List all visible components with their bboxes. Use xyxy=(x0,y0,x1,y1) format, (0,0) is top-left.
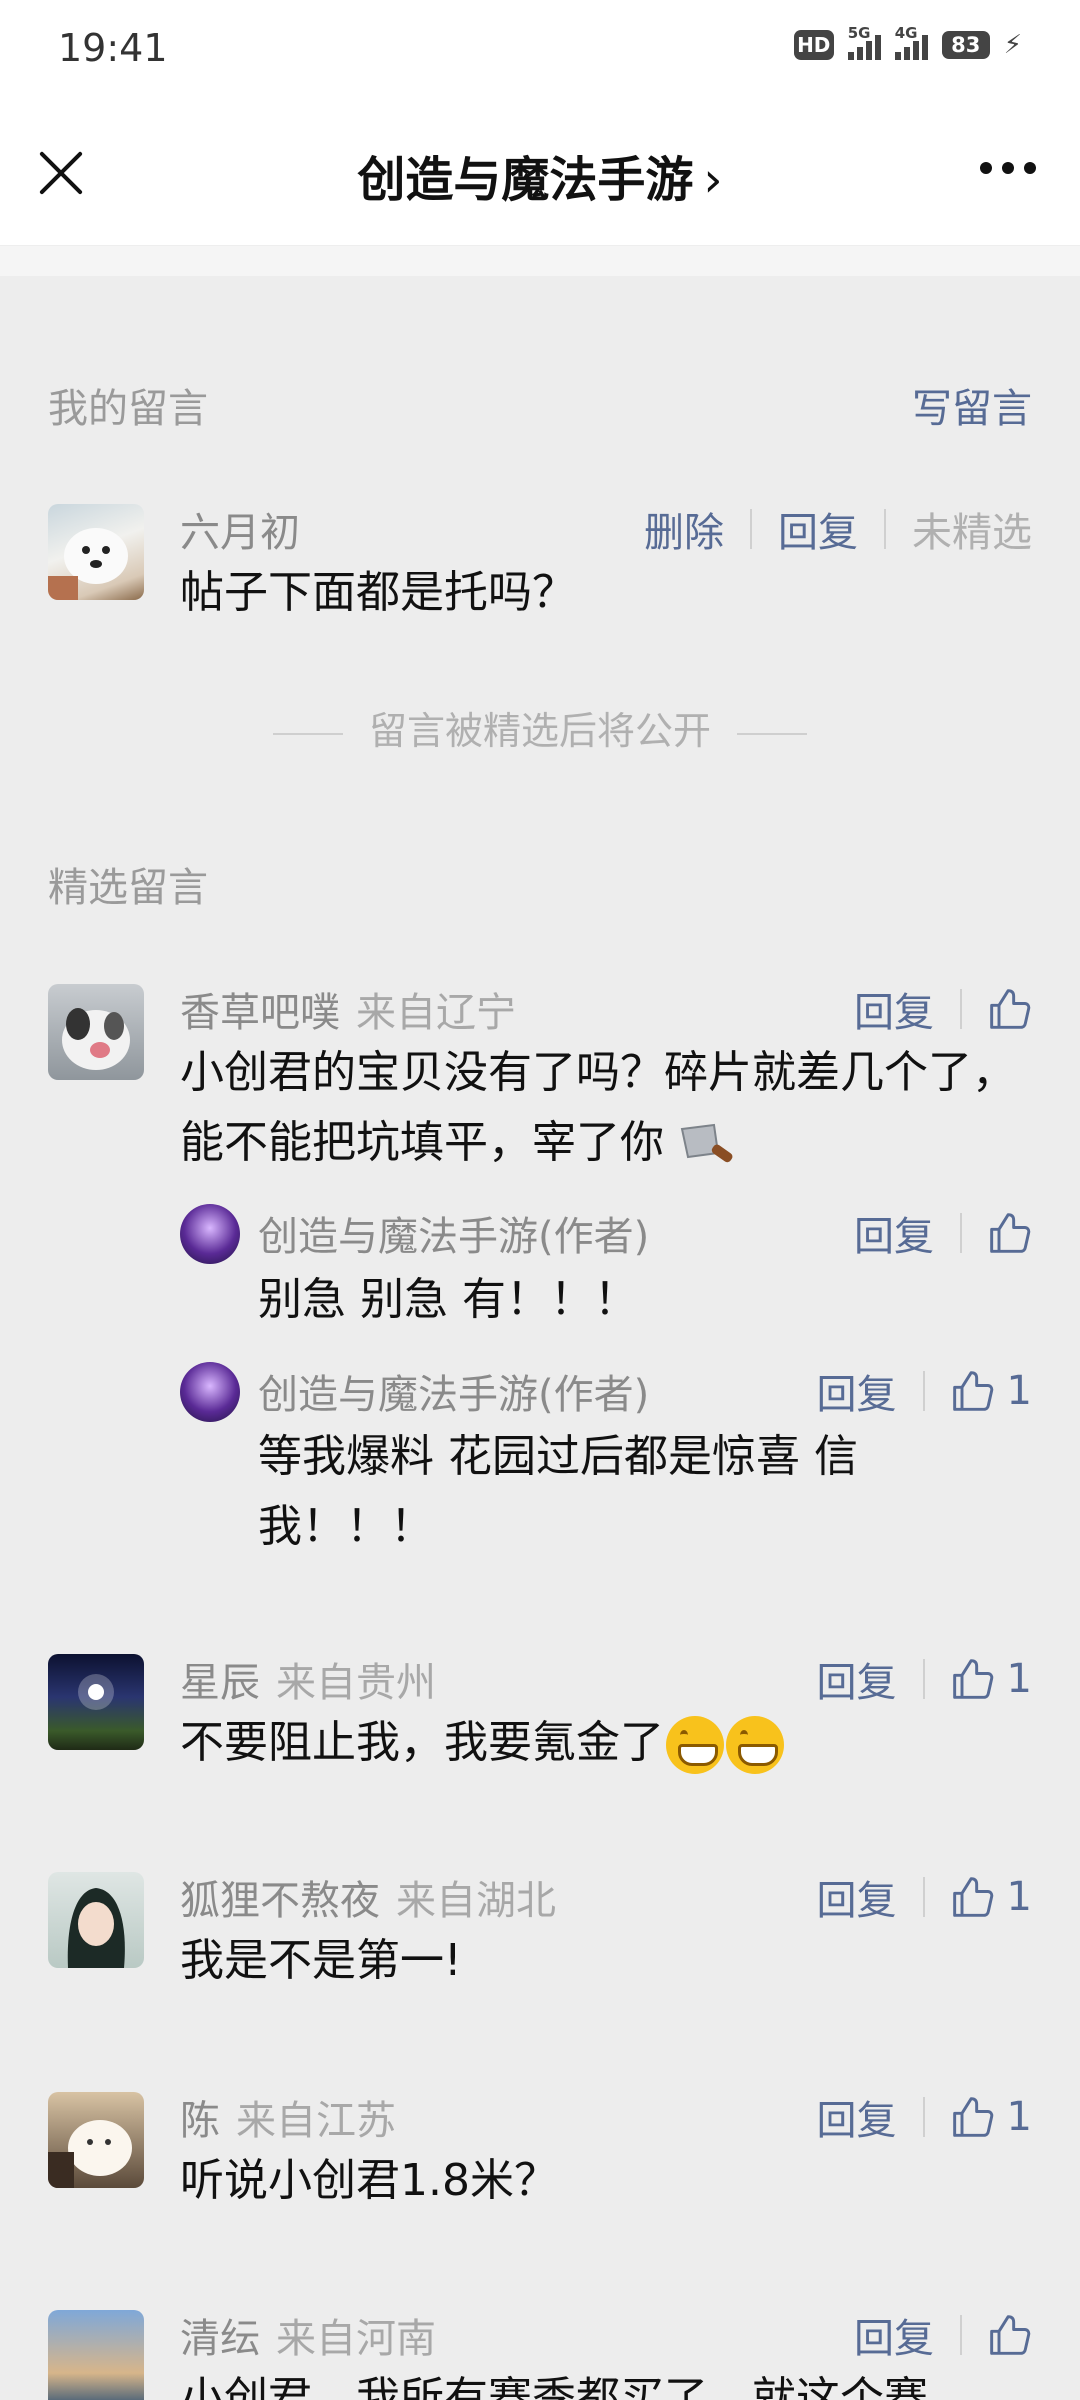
divider xyxy=(750,509,752,549)
avatar[interactable] xyxy=(48,504,144,600)
reply-author: 创造与魔法手游(作者) xyxy=(258,1214,650,1260)
like-count: 1 xyxy=(1006,1656,1032,1702)
reply-button[interactable]: 回复 xyxy=(854,2306,934,2364)
like-count: 1 xyxy=(1006,1874,1032,1920)
signal-5g-icon: 5G xyxy=(847,24,881,60)
location: 来自湖北 xyxy=(396,1878,556,1924)
thumbs-up-icon[interactable] xyxy=(951,1657,995,1701)
location: 来自河南 xyxy=(276,2316,436,2362)
divider xyxy=(960,2315,962,2355)
divider xyxy=(960,989,962,1029)
reply-button[interactable]: 回复 xyxy=(854,980,934,1038)
write-comment-button[interactable]: 写留言 xyxy=(912,376,1032,434)
comment-actions: 回复 1 xyxy=(817,1650,1032,1708)
hd-icon: HD xyxy=(793,30,834,60)
comment-author: 六月初 xyxy=(180,510,300,556)
comment-text: 听说小创君1.8米？ xyxy=(180,2155,558,2206)
comment-author: 陈来自江苏 xyxy=(180,2098,396,2144)
delete-button[interactable]: 删除 xyxy=(644,500,724,558)
comment-author: 香草吧噗 来自辽宁 xyxy=(180,990,516,1036)
comment-actions: 回复 xyxy=(854,2306,1032,2364)
author-avatar[interactable] xyxy=(180,1204,240,1264)
status-icons: HD 5G 4G 83 ⚡ xyxy=(793,24,1022,60)
grin-emoji xyxy=(726,1716,784,1774)
not-featured-status: 未精选 xyxy=(912,510,1032,556)
comment-author: 星辰 来自贵州 xyxy=(180,1660,436,1706)
author-avatar[interactable] xyxy=(180,1362,240,1422)
like-count: 1 xyxy=(1006,2094,1032,2140)
grin-emoji xyxy=(666,1716,724,1774)
thumbs-up-icon[interactable] xyxy=(988,2313,1032,2357)
like-count: 1 xyxy=(1006,1368,1032,1414)
reply-button[interactable]: 回复 xyxy=(778,500,858,558)
more-icon[interactable] xyxy=(980,162,1036,178)
status-bar: 19:41 HD 5G 4G 83 ⚡ xyxy=(0,0,1080,100)
reply-button[interactable]: 回复 xyxy=(817,1650,897,1708)
comment-author: 清纭 来自河南 xyxy=(180,2316,436,2362)
divider xyxy=(922,1659,925,1699)
location: 来自辽宁 xyxy=(356,990,516,1036)
avatar[interactable] xyxy=(48,984,144,1080)
reply-author: 创造与魔法手游(作者) xyxy=(258,1372,650,1418)
battery-icon: 83 xyxy=(941,31,990,59)
divider xyxy=(922,2097,925,2137)
avatar[interactable] xyxy=(48,1872,144,1968)
thumbs-up-icon[interactable] xyxy=(951,2095,995,2139)
reply-button[interactable]: 回复 xyxy=(854,1204,934,1262)
location: 来自贵州 xyxy=(276,1660,436,1706)
comment-text: 不要阻止我，我要氪金了 xyxy=(180,1708,1030,1778)
comment-actions: 删除 回复 未精选 xyxy=(644,500,1032,558)
divider xyxy=(960,1213,962,1253)
my-comment-label: 我的留言 xyxy=(48,386,208,432)
spacer xyxy=(0,246,1080,276)
divider xyxy=(922,1371,925,1411)
reply-button[interactable]: 回复 xyxy=(817,2088,897,2146)
comment-text: 帖子下面都是托吗？ xyxy=(180,567,576,618)
avatar[interactable] xyxy=(48,2092,144,2188)
reply-text: 等我爆料 花园过后都是惊喜 信我！！！ xyxy=(258,1431,858,1552)
comment-text: 小创君，我所有赛季都买了，就这个赛 xyxy=(180,2373,928,2400)
comment-text: 小创君的宝贝没有了吗？碎片就差几个了，能不能把坑填平，宰了你 xyxy=(180,1047,1016,1168)
featured-comments-label: 精选留言 xyxy=(48,865,208,911)
divider xyxy=(884,509,886,549)
comment-author: 狐狸不熬夜 来自湖北 xyxy=(180,1878,556,1924)
thumbs-up-icon[interactable] xyxy=(951,1875,995,1919)
comment-actions: 回复 1 xyxy=(817,1868,1032,1926)
reply-button[interactable]: 回复 xyxy=(817,1362,897,1420)
reply-button[interactable]: 回复 xyxy=(817,1868,897,1926)
divider xyxy=(922,1877,925,1917)
thumbs-up-icon[interactable] xyxy=(951,1369,995,1413)
cleaver-emoji xyxy=(680,1123,733,1163)
thumbs-up-icon[interactable] xyxy=(988,1211,1032,1255)
reply-actions: 回复 xyxy=(854,1204,1032,1262)
public-note: 留言被精选后将公开 xyxy=(0,700,1080,755)
chevron-right-icon: › xyxy=(703,152,723,208)
location: 来自江苏 xyxy=(236,2098,396,2144)
avatar[interactable] xyxy=(48,2310,144,2400)
avatar[interactable] xyxy=(48,1654,144,1750)
charging-icon: ⚡ xyxy=(1003,30,1022,60)
account-title[interactable]: 创造与魔法手游 › xyxy=(0,140,1080,210)
reply-text: 别急 别急 有！！！ xyxy=(258,1274,638,1325)
comment-text: 我是不是第一! xyxy=(180,1935,462,1986)
signal-4g-icon: 4G xyxy=(894,24,928,60)
status-time: 19:41 xyxy=(58,26,168,70)
comment-actions: 回复 1 xyxy=(817,2088,1032,2146)
nav-bar: 创造与魔法手游 › xyxy=(0,100,1080,246)
reply-actions: 回复 1 xyxy=(817,1362,1032,1420)
comment-actions: 回复 xyxy=(854,980,1032,1038)
thumbs-up-icon[interactable] xyxy=(988,987,1032,1031)
